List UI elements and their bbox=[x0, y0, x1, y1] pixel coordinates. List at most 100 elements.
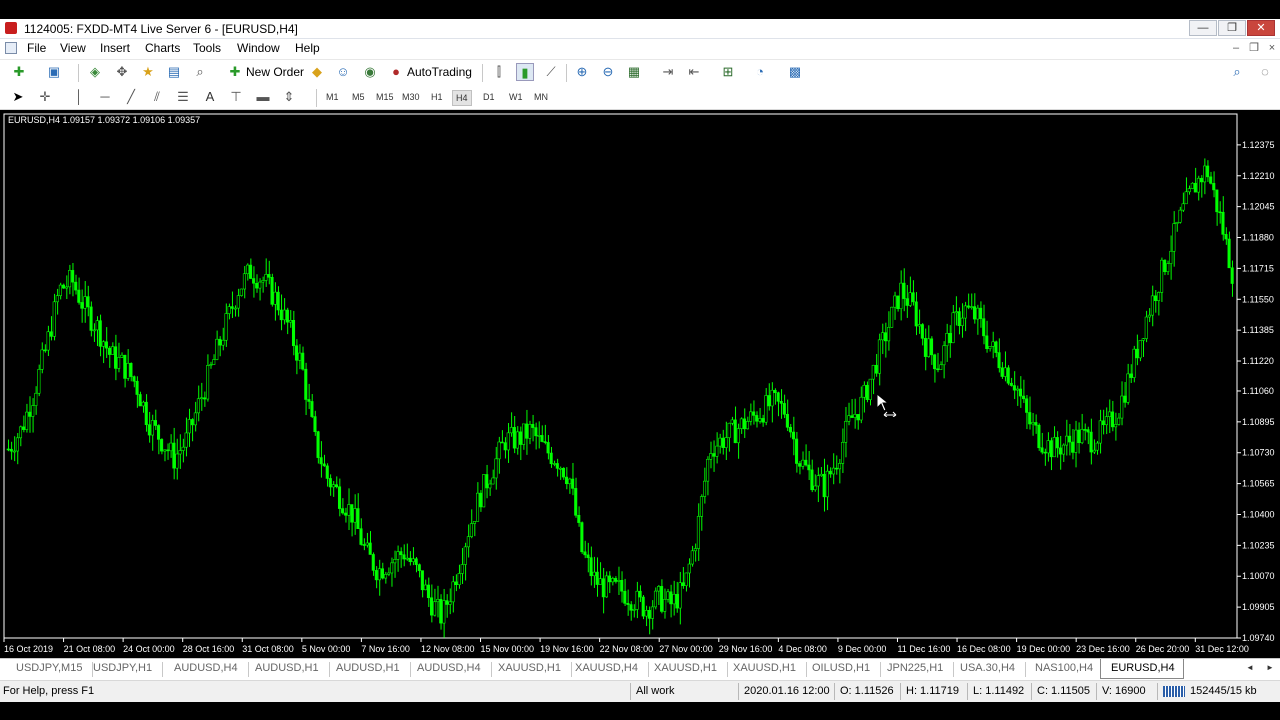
timeframe-m30[interactable]: M30 bbox=[402, 92, 420, 102]
chart-tab[interactable]: XAUUSD,H1 bbox=[488, 662, 572, 677]
chart-restore-button[interactable]: ❐ bbox=[1246, 41, 1262, 56]
chart-tab[interactable]: USDJPY,H1 bbox=[83, 662, 164, 677]
metaeditor-icon[interactable]: ◆ bbox=[308, 63, 326, 81]
timeframe-m15[interactable]: M15 bbox=[376, 92, 394, 102]
toolbar-separator bbox=[566, 64, 567, 82]
indicators-icon[interactable]: ⊞ bbox=[719, 63, 737, 81]
chart-tab[interactable]: OILUSD,H1 bbox=[802, 662, 882, 677]
market-icon[interactable]: ◉ bbox=[361, 63, 379, 81]
chart-shift-icon[interactable]: ⇥ bbox=[659, 63, 677, 81]
candle bbox=[359, 518, 363, 546]
candle bbox=[138, 391, 142, 407]
tabs-scroll-left-button[interactable]: ◄ bbox=[1246, 663, 1254, 672]
chart-tab[interactable]: AUDUSD,H1 bbox=[245, 662, 330, 677]
candle bbox=[384, 571, 388, 584]
candle bbox=[847, 402, 851, 426]
strategy-tester-icon[interactable]: ⌕ bbox=[191, 63, 209, 81]
menu-charts[interactable]: Charts bbox=[145, 41, 180, 55]
candlesticks-icon[interactable]: ▮ bbox=[516, 63, 534, 81]
close-button[interactable]: ✕ bbox=[1247, 20, 1275, 36]
zoom-out-icon[interactable]: ⊖ bbox=[599, 63, 617, 81]
vertical-line-icon[interactable]: │ bbox=[70, 88, 88, 106]
market-watch-icon[interactable]: ◈ bbox=[86, 63, 104, 81]
timeframe-w1[interactable]: W1 bbox=[509, 92, 523, 102]
menu-file[interactable]: File bbox=[27, 41, 46, 55]
line-chart-icon[interactable]: ⟋ bbox=[542, 63, 560, 81]
chart-tab[interactable]: USDJPY,M15 bbox=[6, 662, 94, 677]
cursor-icon[interactable]: ➤ bbox=[9, 88, 27, 106]
chart-tab[interactable]: AUDUSD,H1 bbox=[326, 662, 411, 677]
timeframe-m1[interactable]: M1 bbox=[326, 92, 339, 102]
chart-tab[interactable]: NAS100,H4 bbox=[1025, 662, 1105, 677]
minimize-button[interactable]: — bbox=[1189, 20, 1217, 36]
autotrading-icon[interactable]: ● bbox=[387, 63, 405, 81]
status-profile[interactable]: All work bbox=[636, 685, 675, 697]
candle bbox=[1221, 196, 1225, 241]
candle bbox=[31, 398, 35, 433]
chart-close-button[interactable]: × bbox=[1264, 41, 1280, 56]
periods-icon[interactable]: ◔ bbox=[751, 63, 769, 81]
candle bbox=[1083, 423, 1087, 441]
trendline-icon[interactable]: ╱ bbox=[122, 88, 140, 106]
arrows-icon[interactable]: ⇕ bbox=[280, 88, 298, 106]
candle bbox=[1064, 419, 1069, 456]
menu-help[interactable]: Help bbox=[295, 41, 320, 55]
timeframe-mn[interactable]: MN bbox=[534, 92, 548, 102]
zoom-in-icon[interactable]: ⊕ bbox=[573, 63, 591, 81]
chart-tab[interactable]: XAUUSD,H4 bbox=[565, 662, 649, 677]
candle bbox=[37, 364, 41, 397]
fibonacci-icon[interactable]: ☰ bbox=[174, 88, 192, 106]
text-tool-icon[interactable]: A bbox=[201, 88, 219, 106]
new-order-button[interactable]: New Order bbox=[246, 65, 304, 79]
chart-tab[interactable]: XAUUSD,H1 bbox=[644, 662, 728, 677]
chart-tab[interactable]: JPN225,H1 bbox=[877, 662, 955, 677]
new-order-icon[interactable]: ✚ bbox=[226, 63, 244, 81]
candle bbox=[1157, 291, 1161, 316]
menu-insert[interactable]: Insert bbox=[100, 41, 130, 55]
text-label-icon[interactable]: ⊤ bbox=[227, 88, 245, 106]
price-chart[interactable]: 1.12375 1.12210 1.12045 1.11880 1.11715 1.115… bbox=[0, 111, 1280, 658]
bar-chart-icon[interactable]: ⫿ bbox=[490, 63, 508, 81]
chart-tab[interactable]: AUDUSD,H4 bbox=[407, 662, 492, 677]
terminal-icon[interactable]: ▤ bbox=[165, 63, 183, 81]
community-icon[interactable]: ◌ bbox=[1256, 63, 1274, 81]
timeframe-m5[interactable]: M5 bbox=[352, 92, 365, 102]
channel-icon[interactable]: ⫽ bbox=[148, 88, 166, 106]
candle bbox=[347, 488, 351, 531]
tabs-scroll-right-button[interactable]: ► bbox=[1266, 663, 1274, 672]
autotrading-button[interactable]: AutoTrading bbox=[407, 65, 472, 79]
menu-view[interactable]: View bbox=[60, 41, 86, 55]
chart-minimize-button[interactable]: – bbox=[1228, 41, 1244, 56]
chats-icon[interactable]: ☺ bbox=[334, 63, 352, 81]
candle bbox=[104, 327, 108, 359]
timeframe-h4[interactable]: H4 bbox=[452, 90, 472, 106]
chart-tab[interactable]: AUDUSD,H4 bbox=[164, 662, 249, 677]
candle bbox=[325, 463, 329, 487]
candle bbox=[77, 277, 81, 305]
menu-tools[interactable]: Tools bbox=[193, 41, 221, 55]
timeframe-d1[interactable]: D1 bbox=[483, 92, 495, 102]
menu-window[interactable]: Window bbox=[237, 41, 280, 55]
timeframe-h1[interactable]: H1 bbox=[431, 92, 443, 102]
horizontal-line-icon[interactable]: ─ bbox=[96, 88, 114, 106]
candle bbox=[98, 314, 102, 357]
tile-windows-icon[interactable]: ▦ bbox=[625, 63, 643, 81]
templates-icon[interactable]: ▩ bbox=[786, 63, 804, 81]
search-icon[interactable]: ⌕ bbox=[1228, 63, 1246, 81]
profiles-icon[interactable]: ▣ bbox=[45, 63, 63, 81]
data-window-icon[interactable]: ✥ bbox=[113, 63, 131, 81]
crosshair-icon[interactable]: ✛ bbox=[36, 88, 54, 106]
candle bbox=[939, 361, 943, 370]
chart-tab[interactable]: XAUUSD,H1 bbox=[723, 662, 807, 677]
new-chart-icon[interactable]: ✚ bbox=[10, 63, 28, 81]
chart-tab[interactable]: EURUSD,H4 bbox=[1100, 659, 1184, 679]
chart-window-icon[interactable] bbox=[5, 42, 17, 54]
candle bbox=[549, 446, 553, 468]
rectangle-icon[interactable]: ▬ bbox=[254, 88, 272, 106]
navigator-icon[interactable]: ★ bbox=[139, 63, 157, 81]
candle bbox=[555, 458, 559, 477]
chart-tab[interactable]: USA.30,H4 bbox=[950, 662, 1027, 677]
candle bbox=[1012, 371, 1016, 400]
auto-scroll-icon[interactable]: ⇤ bbox=[685, 63, 703, 81]
maximize-button[interactable]: ❐ bbox=[1218, 20, 1246, 36]
